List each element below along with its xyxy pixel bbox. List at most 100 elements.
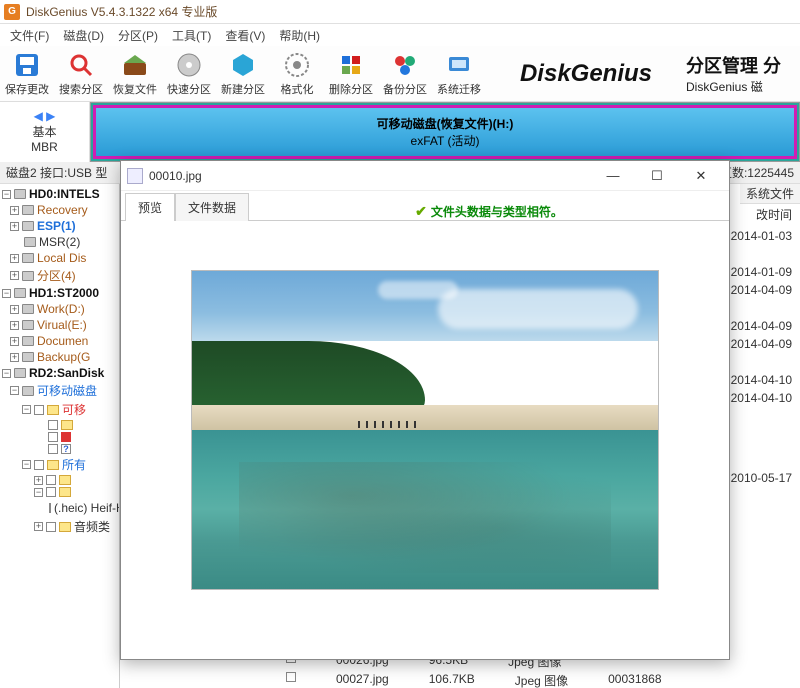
disk-partition-bar[interactable]: 可移动磁盘(恢复文件)(H:) exFAT (活动) (93, 105, 797, 159)
menu-disk[interactable]: 磁盘(D) (57, 25, 110, 46)
tb-new[interactable]: 新建分区 (216, 47, 270, 101)
expand-icon[interactable]: − (22, 460, 31, 469)
tb-migrate[interactable]: 系统迁移 (432, 47, 486, 101)
partition-icon (24, 237, 36, 247)
tb-search[interactable]: 搜索分区 (54, 47, 108, 101)
column-header[interactable]: 系统文件 (740, 184, 800, 204)
menu-help[interactable]: 帮助(H) (273, 25, 326, 46)
partition-icon (22, 386, 34, 396)
expand-icon[interactable]: + (10, 321, 19, 330)
checkbox-icon[interactable] (34, 405, 44, 415)
folder-icon (47, 405, 59, 415)
folder-icon (59, 475, 71, 485)
partition-icon (22, 221, 34, 231)
expand-icon[interactable]: + (10, 206, 19, 215)
expand-icon[interactable]: + (10, 254, 19, 263)
menu-partition[interactable]: 分区(P) (112, 25, 164, 46)
partition-fs: exFAT (活动) (411, 132, 480, 149)
tree-part4[interactable]: 分区(4) (37, 267, 76, 284)
folder-icon (47, 460, 59, 470)
tree-docu[interactable]: Documen (37, 334, 88, 348)
checkbox-icon[interactable] (48, 432, 58, 442)
close-button[interactable]: ✕ (679, 162, 723, 190)
expand-icon[interactable]: + (34, 522, 43, 531)
checkbox-icon[interactable] (46, 487, 56, 497)
date-cell: 2014-01-09 (731, 264, 792, 280)
disk-icon (14, 189, 26, 199)
partition-icon (22, 205, 34, 215)
tree-rd2[interactable]: RD2:SanDisk (29, 366, 104, 380)
partition-icon (22, 320, 34, 330)
tb-backup[interactable]: 备份分区 (378, 47, 432, 101)
menu-tools[interactable]: 工具(T) (166, 25, 217, 46)
disk-graph: ◀ ▶ 基本MBR 可移动磁盘(恢复文件)(H:) exFAT (活动) (0, 102, 800, 162)
tree-recov[interactable]: 可移 (62, 401, 86, 418)
tree-heic[interactable]: (.heic) Heif-Heic 图像 (54, 499, 120, 516)
partition-title: 可移动磁盘(恢复文件)(H:) (377, 115, 514, 132)
expand-icon[interactable]: − (2, 289, 11, 298)
question-icon: ? (61, 444, 71, 454)
tab-filedata[interactable]: 文件数据 (175, 193, 249, 221)
tb-delete[interactable]: 删除分区 (324, 47, 378, 101)
tab-preview[interactable]: 预览 (125, 193, 175, 221)
tree-all[interactable]: 所有 (62, 456, 86, 473)
tb-format[interactable]: 格式化 (270, 47, 324, 101)
checkbox-icon[interactable] (49, 503, 51, 513)
expand-icon[interactable]: − (2, 369, 11, 378)
checkbox-icon[interactable] (48, 420, 58, 430)
status-text: 文件头数据与类型相符。 (431, 203, 563, 220)
expand-icon[interactable]: − (10, 386, 19, 395)
expand-icon[interactable]: + (10, 305, 19, 314)
expand-icon[interactable]: − (34, 488, 43, 497)
disk-right[interactable]: 可移动磁盘(恢复文件)(H:) exFAT (活动) (90, 102, 800, 162)
brand-logo: DiskGenius (496, 60, 676, 88)
tree-audio[interactable]: 音频类 (74, 518, 110, 535)
expand-icon[interactable]: + (10, 353, 19, 362)
preview-window[interactable]: 00010.jpg — ☐ ✕ 预览 文件数据 ✔文件头数据与类型相符。 (120, 160, 730, 660)
tree-pane[interactable]: − HD0:INTELS + Recovery + ESP(1) MSR(2) + Lo… (0, 184, 120, 688)
expand-icon[interactable]: + (10, 271, 19, 280)
folder-icon (61, 420, 73, 430)
menu-file[interactable]: 文件(F) (4, 25, 55, 46)
toolbar: 保存更改 搜索分区 恢复文件 快速分区 新建分区 格式化 删除分区 备份分区 系… (0, 46, 800, 102)
partition-icon (22, 352, 34, 362)
date-list: 2014-01-03 2014-01-09 2014-04-09 2014-04… (731, 228, 792, 486)
tree-work[interactable]: Work(D:) (37, 302, 85, 316)
minimize-button[interactable]: — (591, 162, 635, 190)
tb-recover[interactable]: 恢复文件 (108, 47, 162, 101)
expand-icon[interactable]: + (10, 337, 19, 346)
date-cell: 2014-04-09 (731, 318, 792, 334)
tree-local[interactable]: Local Dis (37, 251, 86, 265)
file-icon (127, 168, 143, 184)
tree-backup[interactable]: Backup(G (37, 350, 90, 364)
partition-icon (22, 336, 34, 346)
tree-msr[interactable]: MSR(2) (39, 235, 80, 249)
tree-recovery[interactable]: Recovery (37, 203, 88, 217)
partition-icon (22, 304, 34, 314)
tree-removable[interactable]: 可移动磁盘 (37, 382, 97, 399)
expand-icon[interactable]: + (34, 476, 43, 485)
maximize-button[interactable]: ☐ (635, 162, 679, 190)
checkbox-icon[interactable] (46, 522, 56, 532)
tb-quick[interactable]: 快速分区 (162, 47, 216, 101)
nav-arrows-icon[interactable]: ◀ ▶ (34, 109, 56, 123)
tree-esp[interactable]: ESP(1) (37, 219, 76, 233)
checkbox-icon[interactable] (48, 444, 58, 454)
checkbox-icon[interactable] (34, 460, 44, 470)
col-sysfile[interactable]: 系统文件 (746, 185, 794, 202)
checkbox-icon[interactable] (286, 672, 296, 682)
expand-icon[interactable]: − (2, 190, 11, 199)
tb-save[interactable]: 保存更改 (0, 47, 54, 101)
tree-hd0[interactable]: HD0:INTELS (29, 187, 100, 201)
expand-icon[interactable]: − (22, 405, 31, 414)
table-row[interactable]: 00027.jpg106.7KBJpeg 图像00031868 (280, 671, 800, 688)
tree-virual[interactable]: Virual(E:) (37, 318, 87, 332)
tree-hd1[interactable]: HD1:ST2000 (29, 286, 99, 300)
checkbox-icon[interactable] (46, 475, 56, 485)
popup-titlebar[interactable]: 00010.jpg — ☐ ✕ (121, 161, 729, 191)
menu-view[interactable]: 查看(V) (219, 25, 271, 46)
expand-icon[interactable]: + (10, 222, 19, 231)
trash-icon (61, 432, 71, 442)
disk-info-left: 磁盘2 接口:USB 型 (6, 164, 107, 181)
partition-icon (22, 253, 34, 263)
